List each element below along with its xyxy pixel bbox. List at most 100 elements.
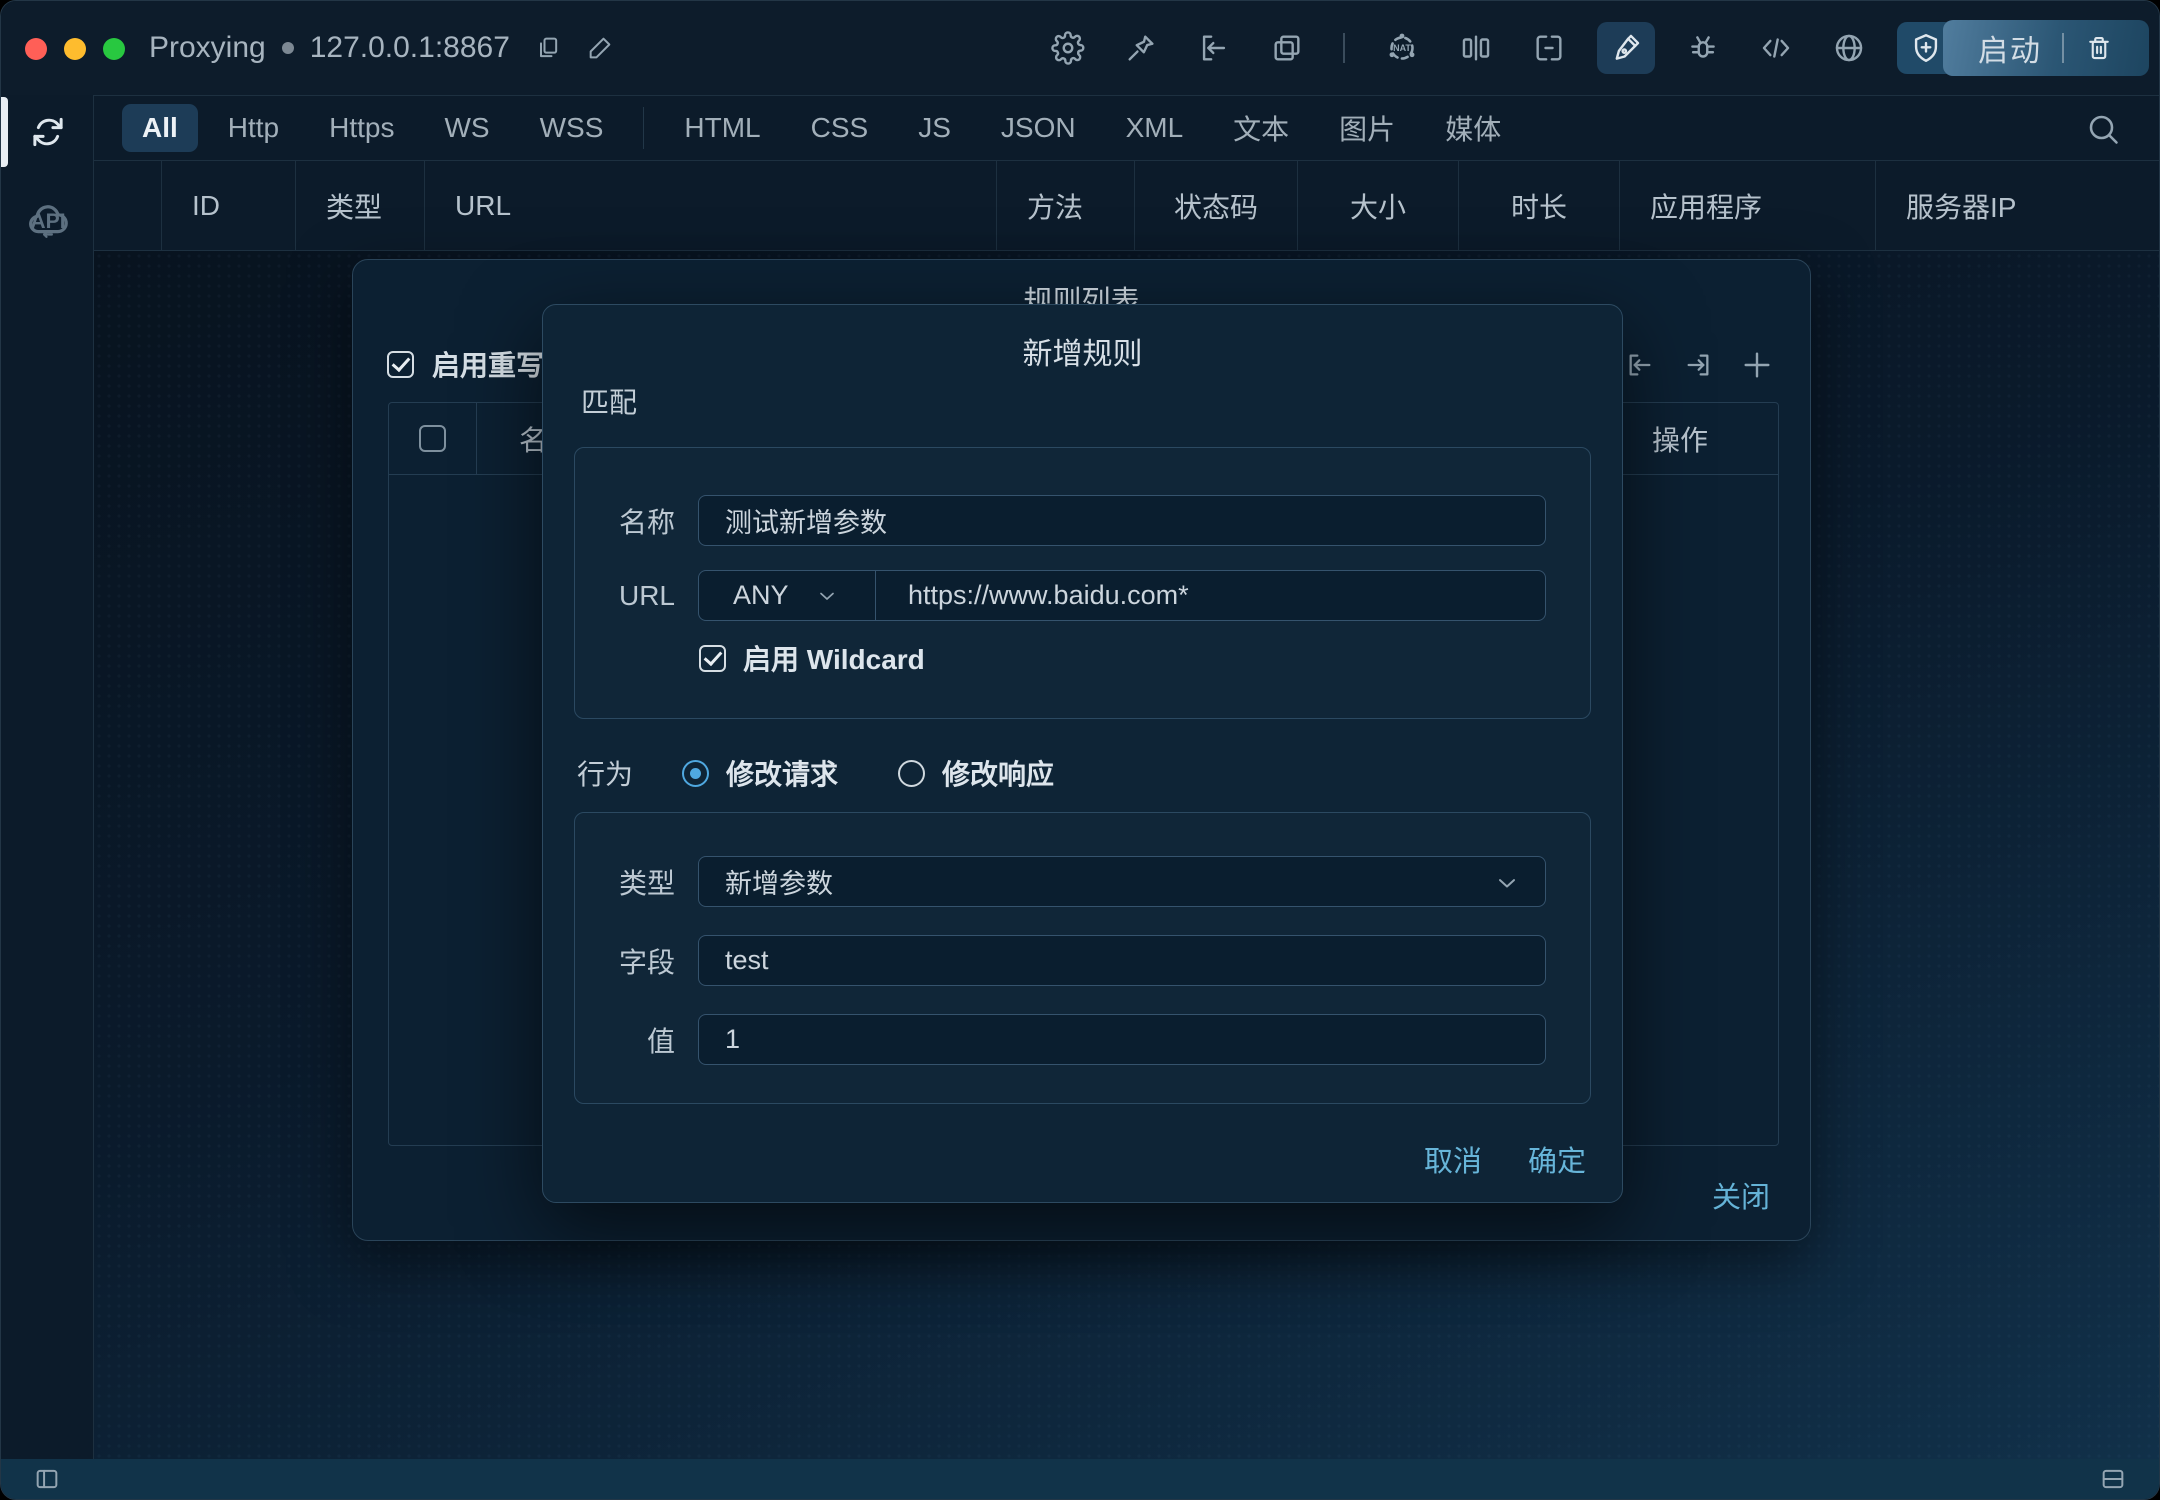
column-id[interactable]: ID [161,161,295,250]
plus-icon[interactable] [1740,348,1774,382]
close-window-button[interactable] [25,38,47,60]
modify-request-radio[interactable] [682,760,709,787]
import-icon[interactable] [1624,349,1656,381]
statusbar [1,1459,2159,1499]
column-method[interactable]: 方法 [996,161,1134,250]
bottom-panel-icon[interactable] [2099,1465,2127,1493]
chevron-down-icon [1493,869,1521,897]
column-app[interactable]: 应用程序 [1619,161,1875,250]
rule-value-label: 值 [575,1020,675,1060]
toolbar-divider [1343,33,1345,63]
column-duration[interactable]: 时长 [1458,161,1619,250]
save-icon[interactable] [1532,31,1566,65]
gear-icon[interactable] [1051,31,1085,65]
url-control: ANY https://www.baidu.com* [698,570,1546,621]
wildcard-label: 启用 Wildcard [743,638,925,678]
url-match-type-select[interactable]: ANY [699,571,876,620]
import-session-icon[interactable] [1197,31,1231,65]
action-fieldset: 类型 新增参数 字段 值 [574,812,1591,1104]
svg-text:NAT: NAT [1393,43,1411,53]
trash-icon[interactable] [2084,33,2114,63]
pen-tool-icon[interactable] [1597,22,1655,74]
app-title: Proxying [149,31,266,65]
modify-response-label: 修改响应 [942,753,1054,793]
rule-name-input[interactable] [698,495,1546,546]
filter-tab-text[interactable]: 文本 [1213,100,1309,156]
chevron-down-icon [815,584,839,608]
match-section-label: 匹配 [581,381,637,421]
modal-title: 新增规则 [543,329,1622,373]
filter-tab-http[interactable]: Http [208,104,299,152]
status-dot [282,42,294,54]
filter-tab-image[interactable]: 图片 [1319,100,1415,156]
rule-field-input[interactable] [698,935,1546,986]
rule-name-label: 名称 [575,501,675,541]
bug-icon[interactable] [1686,31,1720,65]
column-server-ip[interactable]: 服务器IP [1875,161,2159,250]
start-button-divider [2062,33,2064,63]
rule-url-value[interactable]: https://www.baidu.com* [876,580,1189,611]
copy-address-icon[interactable] [534,34,562,62]
rule-url-label: URL [575,580,675,612]
rules-column-action: 操作 [1621,403,1778,474]
titlebar: Proxying 127.0.0.1:8867 [1,1,2159,95]
tabs-divider [643,107,644,149]
cancel-button[interactable]: 取消 [1424,1138,1482,1180]
start-button-label: 启动 [1978,26,2042,70]
search-icon[interactable] [2085,111,2121,147]
maximize-window-button[interactable] [103,38,125,60]
windows-icon[interactable] [1270,31,1304,65]
enable-rewrite-checkbox[interactable] [387,351,414,378]
column-type[interactable]: 类型 [295,161,424,250]
pin-icon[interactable] [1124,31,1158,65]
rule-field-label: 字段 [575,941,675,981]
select-all-checkbox[interactable] [419,425,446,452]
close-dialog-link[interactable]: 关闭 [1712,1174,1770,1216]
code-icon[interactable] [1759,31,1793,65]
filter-tab-media[interactable]: 媒体 [1425,100,1521,156]
mirror-icon[interactable] [1459,31,1493,65]
match-fieldset: 名称 URL ANY https://www.baidu.com* 启 [574,447,1591,719]
column-status[interactable]: 状态码 [1134,161,1297,250]
filter-tab-json[interactable]: JSON [981,104,1096,152]
url-match-type-value: ANY [733,580,789,611]
sidebar: API [1,95,94,1459]
sidebar-toggle-icon[interactable] [33,1465,61,1493]
filter-tabs-bar: All Http Https WS WSS HTML CSS JS JSON X… [94,95,2159,161]
sidebar-item-traffic[interactable] [1,111,94,153]
export-icon[interactable] [1682,349,1714,381]
svg-text:API: API [30,210,65,233]
filter-tab-xml[interactable]: XML [1106,104,1204,152]
minimize-window-button[interactable] [64,38,86,60]
add-rule-modal: 新增规则 匹配 名称 URL ANY https://www.baidu.com… [542,304,1623,1203]
modify-response-radio[interactable] [898,760,925,787]
app-window: Proxying 127.0.0.1:8867 [0,0,2160,1500]
start-button[interactable]: 启动 [1943,20,2149,76]
column-gutter [94,161,161,250]
modify-request-label: 修改请求 [726,753,838,793]
behavior-label: 行为 [577,753,633,793]
rule-type-label: 类型 [575,862,675,902]
filter-tab-ws[interactable]: WS [425,104,510,152]
nat-icon[interactable]: NAT [1384,30,1420,66]
filter-tab-html[interactable]: HTML [664,104,780,152]
requests-table-header: ID 类型 URL 方法 状态码 大小 时长 应用程序 服务器IP [94,161,2159,251]
rule-type-select[interactable]: 新增参数 [698,856,1546,907]
column-size[interactable]: 大小 [1297,161,1458,250]
globe-icon[interactable] [1832,31,1866,65]
edit-address-icon[interactable] [586,34,614,62]
proxy-address: 127.0.0.1:8867 [310,31,510,65]
column-url[interactable]: URL [424,161,996,250]
wildcard-checkbox[interactable] [699,645,726,672]
rule-value-input[interactable] [698,1014,1546,1065]
enable-rewrite-label: 启用重写 [432,344,544,384]
sidebar-item-api[interactable]: API [1,199,94,245]
filter-tab-https[interactable]: Https [309,104,414,152]
traffic-lights [25,38,125,60]
rule-type-value: 新增参数 [725,862,833,901]
filter-tab-js[interactable]: JS [898,104,971,152]
filter-tab-css[interactable]: CSS [791,104,889,152]
filter-tab-wss[interactable]: WSS [520,104,624,152]
filter-tab-all[interactable]: All [122,104,198,152]
confirm-button[interactable]: 确定 [1528,1138,1586,1180]
